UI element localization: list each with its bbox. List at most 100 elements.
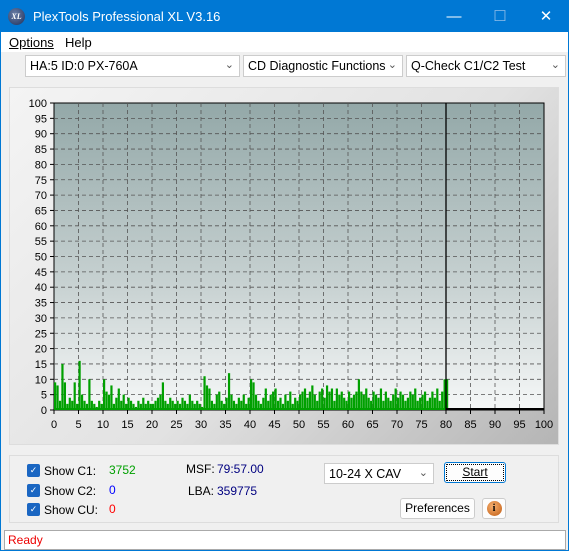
y-tick-label: 75 [35, 175, 47, 187]
c1-bar [362, 394, 365, 410]
x-tick-label: 10 [97, 419, 109, 431]
function-select[interactable]: CD Diagnostic Functions ⌄ [243, 55, 403, 77]
info-icon: i [486, 501, 502, 516]
c1-bar [308, 391, 312, 410]
c1-bar [56, 385, 59, 410]
y-tick-label: 60 [35, 221, 47, 233]
c1-bar [250, 379, 253, 410]
c1-bar [325, 385, 329, 410]
c1-bar [399, 391, 402, 410]
c1-bar [208, 388, 211, 410]
x-tick-label: 100 [535, 419, 553, 431]
c1-bar [352, 394, 356, 410]
c1-bar [414, 388, 417, 410]
c1-bar [392, 394, 395, 410]
c1-bar [242, 394, 245, 410]
c1-bar [73, 382, 76, 410]
x-tick-label: 60 [342, 419, 354, 431]
c1-bar [431, 391, 434, 410]
x-tick-label: 75 [415, 419, 427, 431]
c1-bar [340, 391, 343, 410]
x-tick-label: 30 [195, 419, 207, 431]
c1-bar [272, 391, 275, 410]
c1-bar [264, 388, 267, 410]
preferences-button[interactable]: Preferences [400, 498, 475, 519]
y-tick-label: 70 [35, 190, 47, 202]
minimize-button[interactable]: — [431, 1, 477, 32]
cu-count: 0 [109, 502, 116, 516]
x-tick-label: 90 [489, 419, 501, 431]
c1-bar [117, 388, 120, 410]
show-c2-checkbox[interactable]: ✓ [27, 484, 40, 497]
c1-bar [423, 391, 427, 410]
y-tick-label: 50 [35, 252, 47, 264]
speed-select[interactable]: 10-24 X CAV ⌄ [324, 463, 434, 484]
c1-bar [318, 391, 321, 410]
c1-bar [299, 394, 302, 410]
x-tick-label: 15 [121, 419, 133, 431]
drive-value: HA:5 ID:0 PX-760A [30, 59, 138, 73]
x-tick-label: 25 [170, 419, 182, 431]
window-title: PlexTools Professional XL V3.16 [33, 9, 221, 24]
maximize-button[interactable]: ☐ [477, 1, 523, 32]
menu-help[interactable]: Help [65, 35, 92, 50]
chevron-down-icon: ⌄ [224, 59, 234, 71]
start-button[interactable]: Start [444, 462, 506, 483]
c1-bar [78, 360, 81, 410]
x-tick-label: 70 [391, 419, 403, 431]
start-label: Start [462, 465, 488, 479]
c1-bar [230, 394, 233, 410]
c1-bar [335, 388, 338, 410]
c1-bar [379, 388, 383, 410]
show-c1-checkbox[interactable]: ✓ [27, 464, 40, 477]
c1-bar [374, 394, 378, 410]
x-tick-label: 80 [440, 419, 452, 431]
title-bar: XL PlexTools Professional XL V3.16 — ☐ ✕ [1, 1, 569, 32]
app-logo: XL [8, 8, 25, 25]
c1-bar [436, 388, 439, 410]
x-tick-label: 20 [146, 419, 158, 431]
y-tick-label: 15 [35, 359, 47, 371]
x-tick-label: 95 [513, 419, 525, 431]
show-cu-label: Show CU: [44, 503, 99, 517]
x-tick-label: 65 [366, 419, 378, 431]
c1-bar [348, 391, 351, 410]
x-tick-label: 50 [293, 419, 305, 431]
c1-bar [122, 394, 125, 410]
drive-select[interactable]: HA:5 ID:0 PX-760A ⌄ [25, 55, 240, 77]
c1-bar [360, 391, 363, 410]
show-c2-label: Show C2: [44, 484, 97, 498]
y-tick-label: 90 [35, 129, 47, 141]
y-tick-label: 10 [35, 374, 47, 386]
c1-bar [409, 391, 412, 410]
test-value: Q-Check C1/C2 Test [411, 59, 526, 73]
test-select[interactable]: Q-Check C1/C2 Test ⌄ [406, 55, 566, 77]
info-button[interactable]: i [482, 498, 506, 519]
x-tick-label: 85 [464, 419, 476, 431]
c2-count: 0 [109, 483, 116, 497]
c1-bar [203, 376, 206, 410]
show-cu-checkbox[interactable]: ✓ [27, 503, 40, 516]
x-tick-label: 35 [219, 419, 231, 431]
c1-bar [252, 382, 255, 410]
close-button[interactable]: ✕ [523, 1, 569, 32]
c1-bar [355, 391, 358, 410]
lba-value: 359775 [217, 484, 258, 498]
c1-bar [311, 385, 314, 410]
c1-bar [205, 385, 209, 410]
c1-bar [357, 379, 361, 410]
menu-options[interactable]: Options [9, 35, 54, 50]
msf-label: MSF: [186, 462, 215, 476]
c1-bar [301, 391, 304, 410]
y-tick-label: 25 [35, 328, 47, 340]
c1-bar [110, 385, 113, 410]
control-panel: ✓ Show C1: 3752 ✓ Show C2: 0 ✓ Show CU: … [9, 455, 559, 523]
y-tick-label: 0 [41, 405, 47, 417]
c1-bar [88, 379, 91, 410]
x-tick-label: 5 [75, 419, 81, 431]
chevron-down-icon: ⌄ [387, 59, 397, 71]
c1-bar [284, 394, 287, 410]
y-tick-label: 35 [35, 298, 47, 310]
x-tick-label: 55 [317, 419, 329, 431]
y-tick-label: 45 [35, 267, 47, 279]
